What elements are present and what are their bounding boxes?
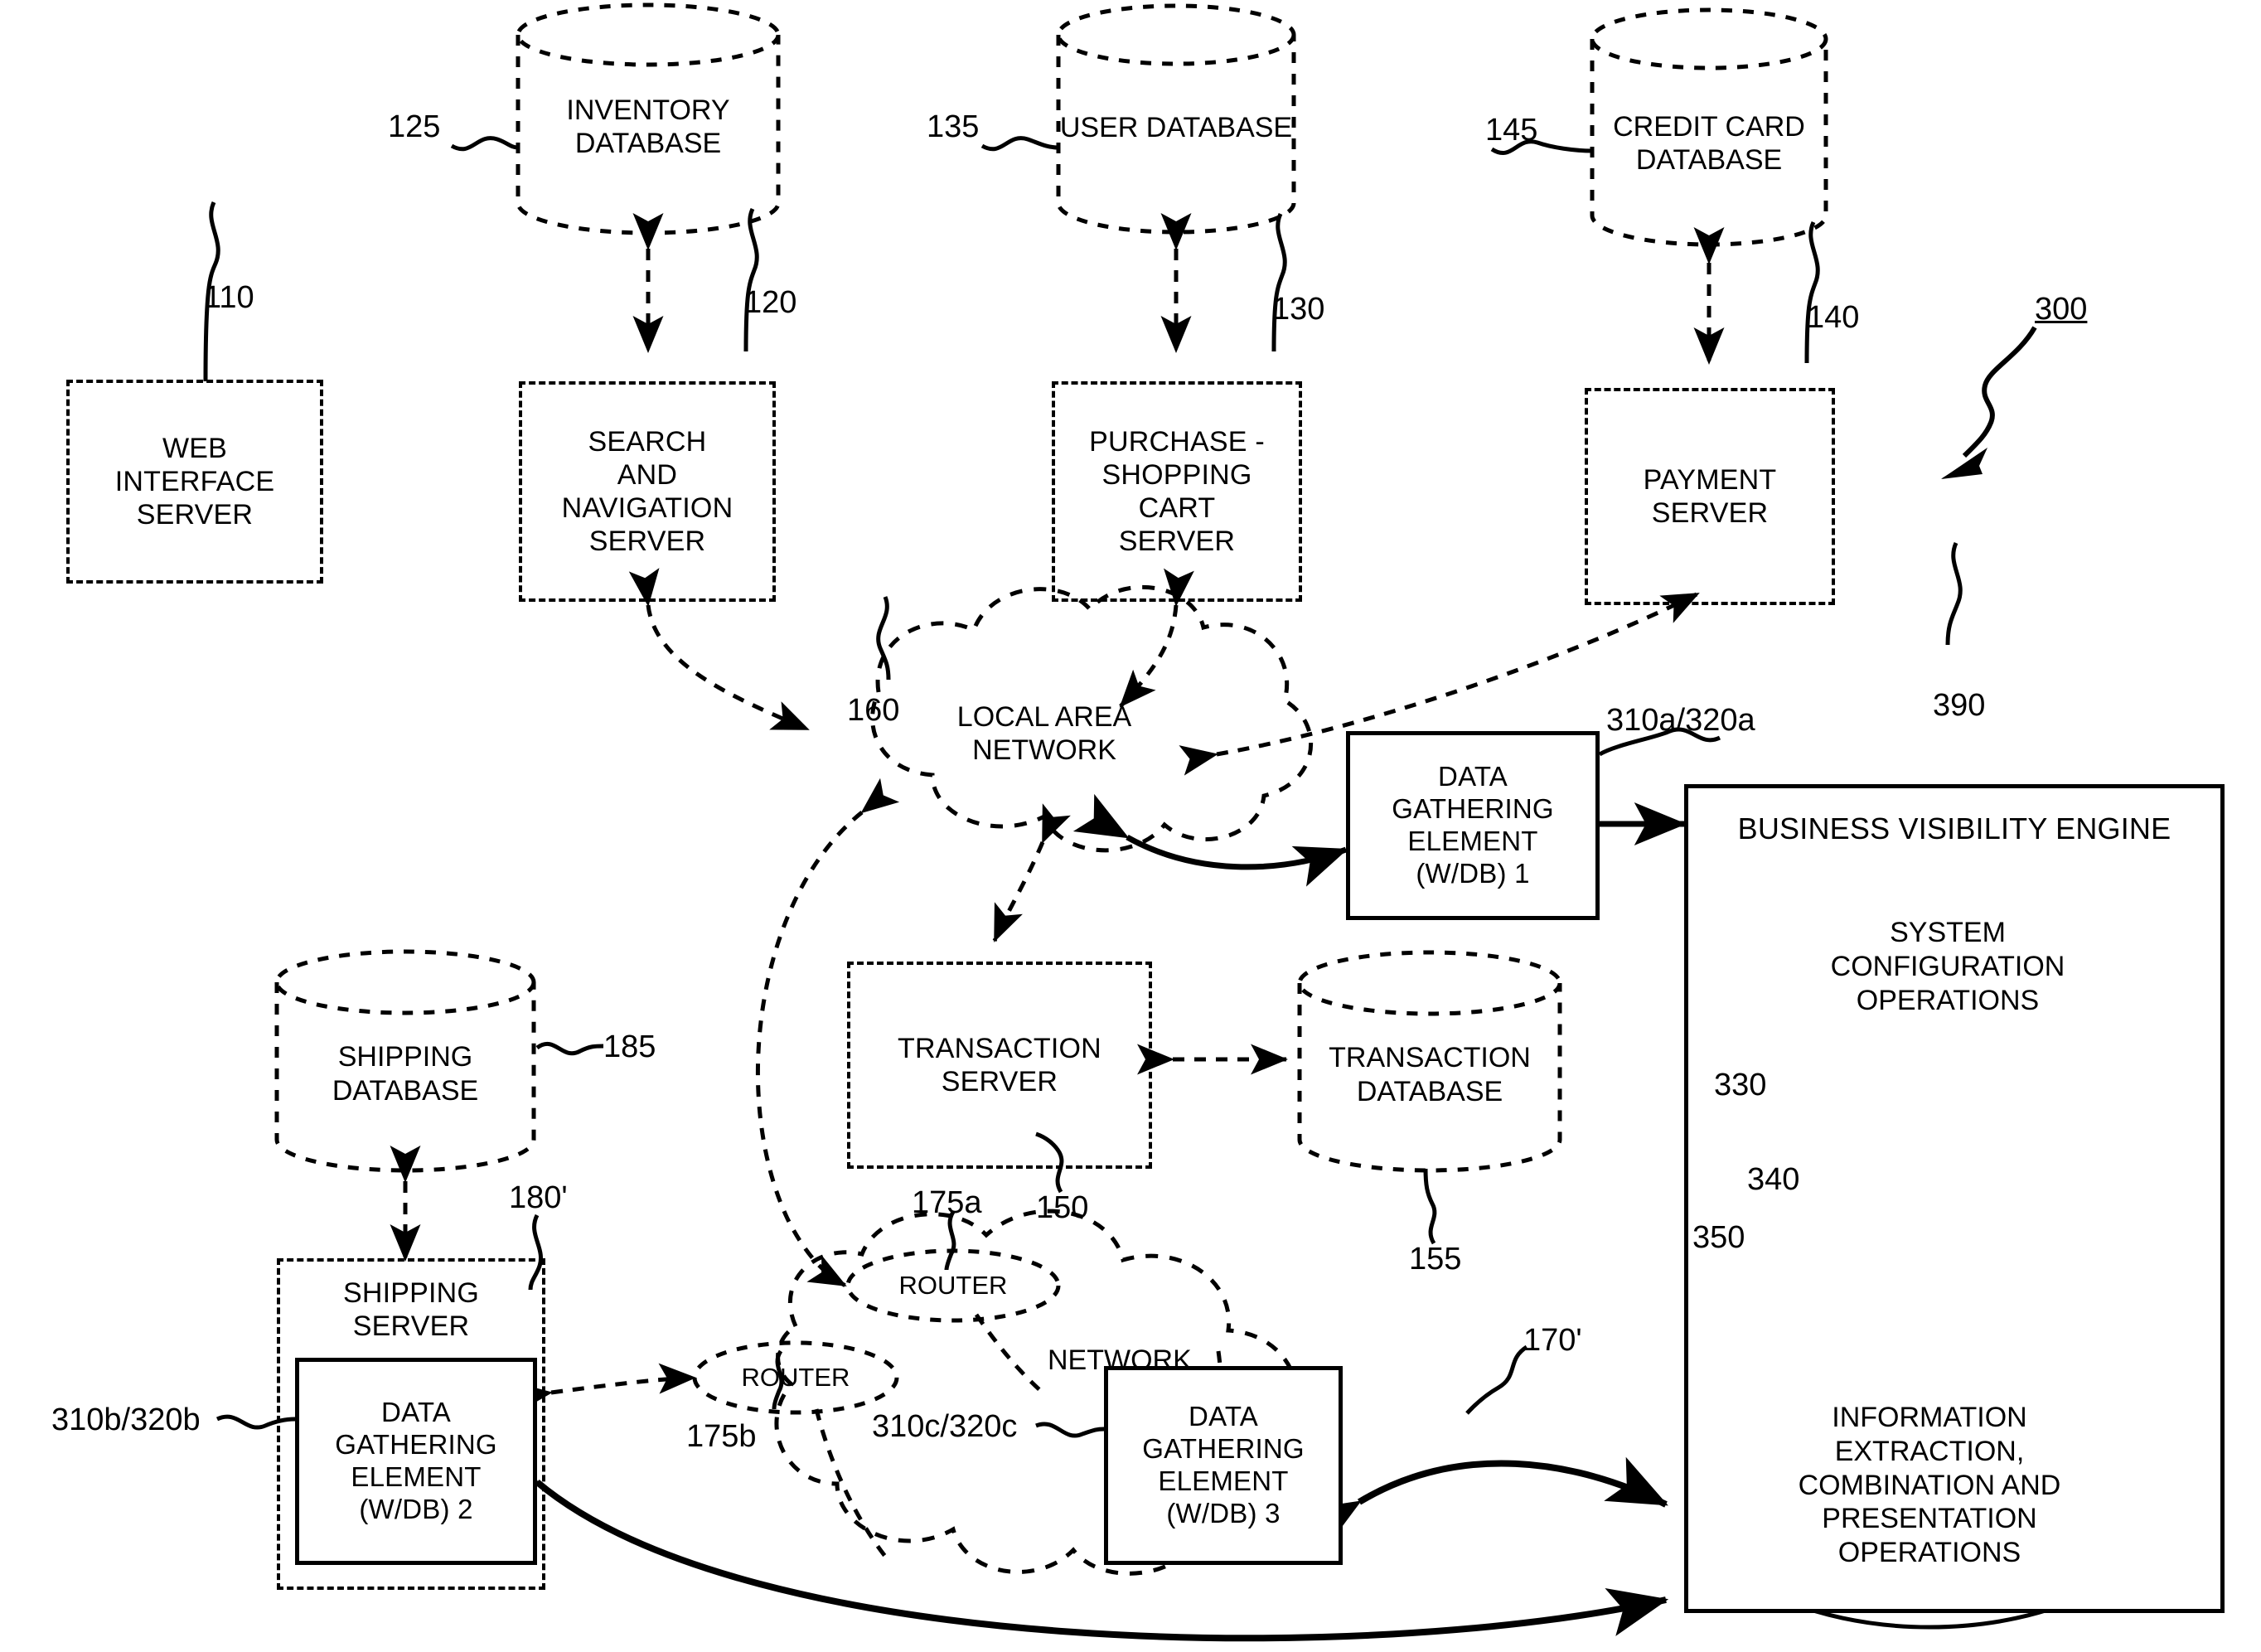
arrow-lan-transaction-server: [992, 803, 1071, 942]
ref-140: 140: [1807, 300, 1860, 335]
ref-300: 300: [2035, 292, 2088, 327]
credit-card-database-label: CREDIT CARD DATABASE: [1613, 110, 1805, 176]
search-and-navigation-server-label: SEARCH AND NAVIGATION SERVER: [561, 425, 733, 558]
router-b-label: ROUTER: [741, 1363, 850, 1392]
ref-310a-320a: 310a/320a: [1606, 703, 1755, 738]
arrow-purchase-server-lan: [1119, 568, 1194, 708]
data-gathering-element-2[interactable]: DATA GATHERING ELEMENT (W/DB) 2: [295, 1358, 537, 1565]
ref-160: 160: [847, 693, 900, 728]
search-and-navigation-server[interactable]: SEARCH AND NAVIGATION SERVER: [519, 381, 776, 602]
ref-340: 340: [1747, 1162, 1800, 1197]
purchase-shopping-cart-server[interactable]: PURCHASE - SHOPPING CART SERVER: [1052, 381, 1302, 602]
ref-120: 120: [744, 285, 797, 320]
ref-150: 150: [1036, 1190, 1089, 1225]
ref-310b-320b: 310b/320b: [51, 1403, 201, 1437]
ref-125: 125: [388, 109, 441, 144]
ref-170-prime: 170': [1523, 1323, 1582, 1358]
shipping-database-label: SHIPPING DATABASE: [332, 1041, 479, 1107]
data-gathering-element-2-label: DATA GATHERING ELEMENT (W/DB) 2: [335, 1397, 497, 1524]
link-router-a-network: [974, 1313, 1044, 1394]
arrow-shipping-server-router-b: [513, 1363, 696, 1413]
router-a-label: ROUTER: [898, 1271, 1008, 1300]
transaction-database-label: TRANSACTION DATABASE: [1329, 1042, 1531, 1107]
data-gathering-element-3[interactable]: DATA GATHERING ELEMENT (W/DB) 3: [1104, 1366, 1343, 1565]
network-label: NETWORK: [1048, 1344, 1192, 1376]
payment-server-label: PAYMENT SERVER: [1643, 463, 1777, 529]
figure-number-arrowhead: [1941, 448, 1987, 479]
arrow-search-server-lan: [628, 568, 810, 732]
transaction-server-label: TRANSACTION SERVER: [898, 1032, 1101, 1097]
business-visibility-engine-title: BUSINESS VISIBILITY ENGINE: [1737, 811, 2171, 845]
ref-155: 155: [1409, 1242, 1462, 1277]
ref-145: 145: [1485, 113, 1538, 148]
user-database-label: USER DATABASE: [1059, 111, 1293, 143]
web-interface-server[interactable]: WEB INTERFACE SERVER: [66, 380, 323, 584]
shipping-server-label: SHIPPING SERVER: [342, 1277, 480, 1343]
ref-330: 330: [1714, 1068, 1767, 1102]
arrow-lan-dge1: [1072, 793, 1348, 887]
inventory-database-label: INVENTORY DATABASE: [566, 94, 730, 159]
ref-180-prime: 180': [509, 1180, 568, 1215]
data-gathering-element-3-label: DATA GATHERING ELEMENT (W/DB) 3: [1142, 1401, 1305, 1528]
ref-390: 390: [1933, 688, 1986, 723]
web-interface-server-label: WEB INTERFACE SERVER: [114, 432, 275, 531]
system-configuration-operations-label: SYSTEM CONFIGURATION OPERATIONS: [1830, 917, 2065, 1016]
ref-175b: 175b: [686, 1419, 757, 1454]
figure-canvas: INVENTORY DATABASE USER DATABASE CREDIT …: [0, 0, 2261, 1652]
shipping-database: SHIPPING DATABASE: [277, 952, 534, 1175]
data-gathering-element-1[interactable]: DATA GATHERING ELEMENT (W/DB) 1: [1346, 731, 1600, 920]
transaction-database: TRANSACTION DATABASE: [1300, 952, 1560, 1176]
ref-135: 135: [927, 109, 980, 144]
inventory-database: INVENTORY DATABASE: [518, 5, 778, 245]
ref-130: 130: [1272, 292, 1325, 327]
arrow-dge3-bve: [1297, 1456, 1668, 1553]
ref-175a: 175a: [912, 1185, 982, 1220]
purchase-shopping-cart-server-label: PURCHASE - SHOPPING CART SERVER: [1089, 425, 1265, 558]
arrow-dge2-bve: [477, 1427, 1669, 1642]
ref-185: 185: [603, 1029, 656, 1064]
ref-350: 350: [1692, 1220, 1745, 1255]
payment-server[interactable]: PAYMENT SERVER: [1585, 388, 1835, 605]
credit-card-database: CREDIT CARD DATABASE: [1592, 10, 1826, 259]
ref-110: 110: [204, 280, 254, 315]
local-area-network-label: LOCAL AREA NETWORK: [956, 701, 1132, 767]
ref-310c-320c: 310c/320c: [872, 1409, 1018, 1444]
information-extraction-operations-label: INFORMATION EXTRACTION, COMBINATION AND …: [1798, 1402, 2061, 1569]
transaction-server[interactable]: TRANSACTION SERVER: [847, 962, 1152, 1169]
data-gathering-element-1-label: DATA GATHERING ELEMENT (W/DB) 1: [1392, 761, 1554, 889]
user-database: USER DATABASE: [1058, 6, 1294, 246]
